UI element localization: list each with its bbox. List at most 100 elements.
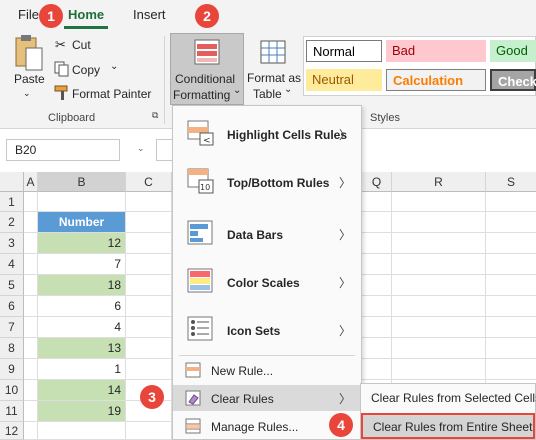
cell-c4[interactable] <box>126 254 172 275</box>
cell-b2[interactable]: Number <box>38 212 126 233</box>
format-painter-button[interactable]: Format Painter <box>52 85 157 103</box>
cell-q9[interactable] <box>362 359 392 380</box>
cell-a3[interactable] <box>24 233 38 254</box>
dialog-launcher-icon[interactable]: ⧉ <box>152 110 158 121</box>
cell-a12[interactable] <box>24 422 38 440</box>
column-header-b[interactable]: B <box>38 172 126 192</box>
cell-a6[interactable] <box>24 296 38 317</box>
row-header-3[interactable]: 3 <box>0 233 24 254</box>
cell-q7[interactable] <box>362 317 392 338</box>
tab-file[interactable]: File <box>18 7 39 22</box>
column-header-q[interactable]: Q <box>362 172 392 192</box>
cell-q3[interactable] <box>362 233 392 254</box>
cell-s4[interactable] <box>486 254 536 275</box>
tab-insert[interactable]: Insert <box>133 7 166 22</box>
row-header-1[interactable]: 1 <box>0 192 24 212</box>
row-header-4[interactable]: 4 <box>0 254 24 275</box>
column-header-c[interactable]: C <box>126 172 172 192</box>
row-header-12[interactable]: 12 <box>0 422 24 440</box>
cell-b6[interactable]: 6 <box>38 296 126 317</box>
cell-a4[interactable] <box>24 254 38 275</box>
cell-b8[interactable]: 13 <box>38 338 126 359</box>
column-header-a[interactable]: A <box>24 172 38 192</box>
paste-button[interactable]: Paste ⌄ <box>10 34 46 98</box>
clear-rules-entire-sheet[interactable]: Clear Rules from Entire Sheet <box>361 413 535 439</box>
cell-s1[interactable] <box>486 192 536 212</box>
row-header-2[interactable]: 2 <box>0 212 24 233</box>
style-normal[interactable]: Normal <box>306 40 382 62</box>
cell-r1[interactable] <box>392 192 486 212</box>
row-header-8[interactable]: 8 <box>0 338 24 359</box>
cell-r9[interactable] <box>392 359 486 380</box>
cell-r8[interactable] <box>392 338 486 359</box>
cell-r6[interactable] <box>392 296 486 317</box>
select-all-corner[interactable] <box>0 172 24 192</box>
menu-item-icon-sets[interactable]: Icon Sets 〉 <box>173 312 361 348</box>
clear-rules-selected-cells[interactable]: Clear Rules from Selected Cells <box>361 384 536 411</box>
column-header-s[interactable]: S <box>486 172 536 192</box>
cut-button[interactable]: ✂ Cut <box>52 36 132 54</box>
cell-r3[interactable] <box>392 233 486 254</box>
cell-q1[interactable] <box>362 192 392 212</box>
cell-b3[interactable]: 12 <box>38 233 126 254</box>
cell-a9[interactable] <box>24 359 38 380</box>
menu-item-clear-rules[interactable]: Clear Rules 〉 <box>173 385 361 411</box>
cell-c6[interactable] <box>126 296 172 317</box>
cell-b7[interactable]: 4 <box>38 317 126 338</box>
menu-item-highlight-cells-rules[interactable]: < Highlight Cells Rules 〉 <box>173 116 361 152</box>
cell-c5[interactable] <box>126 275 172 296</box>
cell-q2[interactable] <box>362 212 392 233</box>
cell-b12[interactable] <box>38 422 126 440</box>
cell-b4[interactable]: 7 <box>38 254 126 275</box>
cell-a10[interactable] <box>24 380 38 401</box>
cell-s3[interactable] <box>486 233 536 254</box>
row-header-11[interactable]: 11 <box>0 401 24 422</box>
copy-button[interactable]: Copy ⌄ <box>52 61 132 79</box>
name-box[interactable]: B20 <box>6 139 120 161</box>
cell-r2[interactable] <box>392 212 486 233</box>
cell-c1[interactable] <box>126 192 172 212</box>
cell-s9[interactable] <box>486 359 536 380</box>
style-bad[interactable]: Bad <box>386 40 486 62</box>
style-calculation[interactable]: Calculation <box>386 69 486 91</box>
cell-s6[interactable] <box>486 296 536 317</box>
cell-c7[interactable] <box>126 317 172 338</box>
cell-c2[interactable] <box>126 212 172 233</box>
style-good[interactable]: Good <box>490 40 536 62</box>
tab-home[interactable]: Home <box>68 7 104 22</box>
cell-c9[interactable] <box>126 359 172 380</box>
cell-s8[interactable] <box>486 338 536 359</box>
cell-q4[interactable] <box>362 254 392 275</box>
row-header-10[interactable]: 10 <box>0 380 24 401</box>
cell-b10[interactable]: 14 <box>38 380 126 401</box>
cell-s7[interactable] <box>486 317 536 338</box>
cell-a8[interactable] <box>24 338 38 359</box>
cell-b9[interactable]: 1 <box>38 359 126 380</box>
style-check[interactable]: Check <box>490 69 536 91</box>
cell-a7[interactable] <box>24 317 38 338</box>
cell-c3[interactable] <box>126 233 172 254</box>
cell-q6[interactable] <box>362 296 392 317</box>
cell-c12[interactable] <box>126 422 172 440</box>
cell-c8[interactable] <box>126 338 172 359</box>
cell-a1[interactable] <box>24 192 38 212</box>
cell-a2[interactable] <box>24 212 38 233</box>
cell-r4[interactable] <box>392 254 486 275</box>
cell-r5[interactable] <box>392 275 486 296</box>
cell-r7[interactable] <box>392 317 486 338</box>
cell-s5[interactable] <box>486 275 536 296</box>
cell-a11[interactable] <box>24 401 38 422</box>
cell-b1[interactable] <box>38 192 126 212</box>
chevron-down-icon[interactable]: ⌄ <box>137 143 145 154</box>
conditional-formatting-button[interactable]: Conditional Formatting ⌄ <box>170 33 244 105</box>
style-neutral[interactable]: Neutral <box>306 69 382 91</box>
cell-s2[interactable] <box>486 212 536 233</box>
row-header-6[interactable]: 6 <box>0 296 24 317</box>
cell-q5[interactable] <box>362 275 392 296</box>
cell-a5[interactable] <box>24 275 38 296</box>
cell-b5[interactable]: 18 <box>38 275 126 296</box>
column-header-r[interactable]: R <box>392 172 486 192</box>
format-as-table-button[interactable]: Format as Table ⌄ <box>246 36 301 104</box>
cell-b11[interactable]: 19 <box>38 401 126 422</box>
menu-item-color-scales[interactable]: Color Scales 〉 <box>173 264 361 300</box>
